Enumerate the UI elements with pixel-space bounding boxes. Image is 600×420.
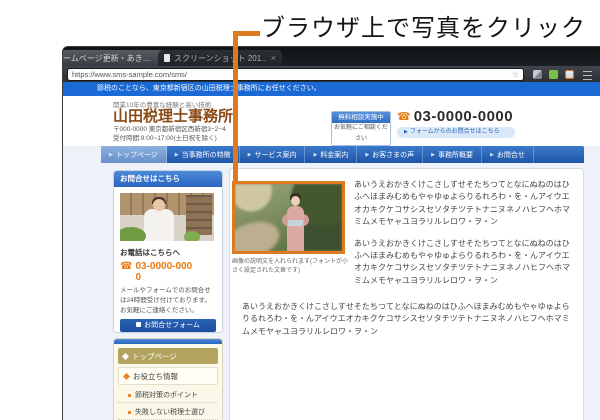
content-area: お問合せはこちら お電話はこちらへ ☎ 03-0000-0000 xyxy=(63,163,600,420)
phone-icon: ☎ xyxy=(120,261,132,283)
nav-item-features[interactable]: ▶ 当事務所の特徴 xyxy=(167,146,240,163)
consultation-badge: 無料相談実施中 お気軽にご相談ください xyxy=(331,111,391,146)
nav-item-top[interactable]: ▶ トップページ xyxy=(101,146,167,163)
menu-label: 失敗しない税理士選び xyxy=(135,407,205,417)
sidebar-menu: トップページ お役立ち情報 節税対策のポイント 失敗しない税理士選び xyxy=(114,344,222,420)
tab-title: スクリーンショット 201… xyxy=(174,53,267,64)
plant-graphic xyxy=(184,231,200,241)
sidebar-contact-title: お問合せはこちら xyxy=(114,171,222,187)
nav-label: 当事務所の特徴 xyxy=(182,150,231,160)
arrow-icon: ▶ xyxy=(175,152,179,158)
main-navigation: ▶ トップページ ▶ 当事務所の特徴 ▶ サービス案内 ▶ 料金案内 ▶ お xyxy=(101,146,584,163)
nav-item-pricing[interactable]: ▶ 料金案内 xyxy=(305,146,357,163)
arrow-icon: ▶ xyxy=(490,152,494,158)
header-phone: ☎ 03-0000-0000 xyxy=(397,108,513,125)
site-hours: 受付時間:9:00~17:00(土日祝を除く) xyxy=(113,132,217,142)
contact-form-link-label: フォームからのお問合せはこちら xyxy=(410,129,500,135)
nav-item-overview[interactable]: ▶ 事務所概要 xyxy=(423,146,482,163)
receptionist-figure xyxy=(144,209,174,241)
body-paragraph: あいうえおかきくけこさしすせそたちつてとなにぬねのはひふへほまみむめもやゃゆゅよ… xyxy=(354,179,576,229)
plant-graphic xyxy=(120,227,146,241)
nav-label: サービス案内 xyxy=(254,150,296,160)
apps-icon[interactable] xyxy=(565,70,574,79)
sidebar-phone: ☎ 03-0000-0000 xyxy=(120,261,216,283)
browser-toolbar: https://www.sms-sample.com/sms/ ☆ xyxy=(63,66,600,83)
bookshelf-graphic xyxy=(186,195,212,235)
kimono-figure xyxy=(288,220,303,226)
kimono-photo[interactable] xyxy=(232,181,345,254)
wrench-icon[interactable] xyxy=(533,70,542,79)
badge-title: 無料相談実施中 xyxy=(332,112,390,123)
annotation-label: ブラウザ上で写真をクリック xyxy=(261,8,586,43)
sidebar-note: メールやフォームでのお問合せは24時間受け付けております。お気軽にご連絡ください… xyxy=(120,286,216,315)
sidebar-menu-item-tax-tips[interactable]: 節税対策のポイント xyxy=(118,388,218,403)
sidebar-menu-item-info[interactable]: お役立ち情報 xyxy=(118,367,218,385)
arrow-icon: ▶ xyxy=(313,152,317,158)
nav-item-services[interactable]: ▶ サービス案内 xyxy=(240,146,306,163)
browser-tab-strip: ホームページ更新・あき… スクリーンショット 201… × xyxy=(63,47,600,66)
kimono-figure xyxy=(291,196,300,206)
flower-bullet-icon xyxy=(123,372,130,379)
menu-label: トップページ xyxy=(132,351,177,362)
browser-tab-active[interactable]: ホームページ更新・あき… xyxy=(62,50,167,66)
page-viewport: 節税のことなら、東京都新宿区の山田税理士事務所にお任せください。 開業10年の豊… xyxy=(63,82,600,420)
menu-label: お役立ち情報 xyxy=(133,371,178,382)
nav-label: 料金案内 xyxy=(320,150,348,160)
body-paragraph: あいうえおかきくけこさしすせそたちつてとなにぬねのはひふへほまみむめもやゃゆゅよ… xyxy=(354,238,576,288)
address-bar[interactable]: https://www.sms-sample.com/sms/ ☆ xyxy=(67,68,524,81)
badge-subtitle: お気軽にご相談ください xyxy=(332,123,390,145)
contact-form-button[interactable]: お問合せフォーム xyxy=(120,319,216,332)
sidebar-office-photo xyxy=(120,193,214,241)
arrow-icon: ▶ xyxy=(109,152,113,158)
arrow-icon: ▶ xyxy=(248,152,252,158)
sidebar-contact-card: お問合せはこちら お電話はこちらへ ☎ 03-0000-0000 xyxy=(113,170,223,333)
extension-icon[interactable] xyxy=(549,70,558,79)
sidebar-phone-label: お電話はこちらへ xyxy=(120,247,216,258)
form-icon xyxy=(136,322,141,327)
nav-label: お客さまの声 xyxy=(372,150,414,160)
site-header: 開業10年の豊富な経験と高い技術 山田税理士事務所 〒000-0000 東京都新… xyxy=(63,96,600,146)
bookmark-star-icon[interactable]: ☆ xyxy=(512,70,519,79)
arrow-icon: ▶ xyxy=(404,129,408,135)
receptionist-figure xyxy=(153,199,165,211)
annotation-connector-vertical xyxy=(233,31,238,183)
tab-close-icon[interactable]: × xyxy=(267,54,276,63)
contact-form-button-label: お問合せフォーム xyxy=(144,322,200,329)
kimono-figure xyxy=(287,206,304,252)
screenshot-canvas: ブラウザ上で写真をクリック ホームページ更新・あき… スクリーンショット 201… xyxy=(0,0,600,420)
body-paragraph-wide: あいうえおかきくけこさしすせそたちつてとなにぬねのはひふへほまみむめもやゃゆゅよ… xyxy=(242,301,574,338)
sidebar-menu-item-top[interactable]: トップページ xyxy=(118,348,218,364)
nav-label: 事務所概要 xyxy=(438,150,473,160)
phone-number: 03-0000-0000 xyxy=(414,108,513,125)
tab-title: ホームページ更新・あき… xyxy=(62,53,151,64)
nav-label: トップページ xyxy=(116,150,158,160)
url-text: https://www.sms-sample.com/sms/ xyxy=(72,70,512,79)
contact-form-link[interactable]: ▶フォームからのお問合せはこちら xyxy=(397,127,515,138)
body-text-column: あいうえおかきくけこさしすせそたちつてとなにぬねのはひふへほまみむめもやゃゆゅよ… xyxy=(354,179,576,296)
nav-label: お問合せ xyxy=(497,150,525,160)
arrow-icon: ▶ xyxy=(431,152,435,158)
arrow-icon: ▶ xyxy=(365,152,369,158)
browser-tab-background[interactable]: スクリーンショット 201… × xyxy=(158,50,282,66)
nav-item-contact[interactable]: ▶ お問合せ xyxy=(482,146,534,163)
sidebar-menu-item-choose[interactable]: 失敗しない税理士選び xyxy=(118,405,218,420)
main-content-card: 画像の説明文を入れられます(フォントが小さく設定された文章です) あいうえおかき… xyxy=(229,168,584,420)
sidebar-phone-number: 03-0000-0000 xyxy=(135,261,197,283)
menu-label: 節税対策のポイント xyxy=(135,390,198,400)
sidebar-menu-card: トップページ お役立ち情報 節税対策のポイント 失敗しない税理士選び xyxy=(113,338,223,420)
menu-icon[interactable] xyxy=(583,70,592,81)
photo-caption: 画像の説明文を入れられます(フォントが小さく設定された文章です) xyxy=(232,258,352,275)
square-bullet-icon xyxy=(128,394,131,397)
page-favicon-icon xyxy=(164,54,170,62)
square-bullet-icon xyxy=(128,411,131,414)
phone-icon: ☎ xyxy=(397,110,411,123)
nav-item-voices[interactable]: ▶ お客さまの声 xyxy=(357,146,423,163)
notice-bar: 節税のことなら、東京都新宿区の山田税理士事務所にお任せください。 xyxy=(63,82,600,96)
browser-window: ホームページ更新・あき… スクリーンショット 201… × https://ww… xyxy=(62,46,600,420)
flower-bullet-icon xyxy=(122,352,129,359)
